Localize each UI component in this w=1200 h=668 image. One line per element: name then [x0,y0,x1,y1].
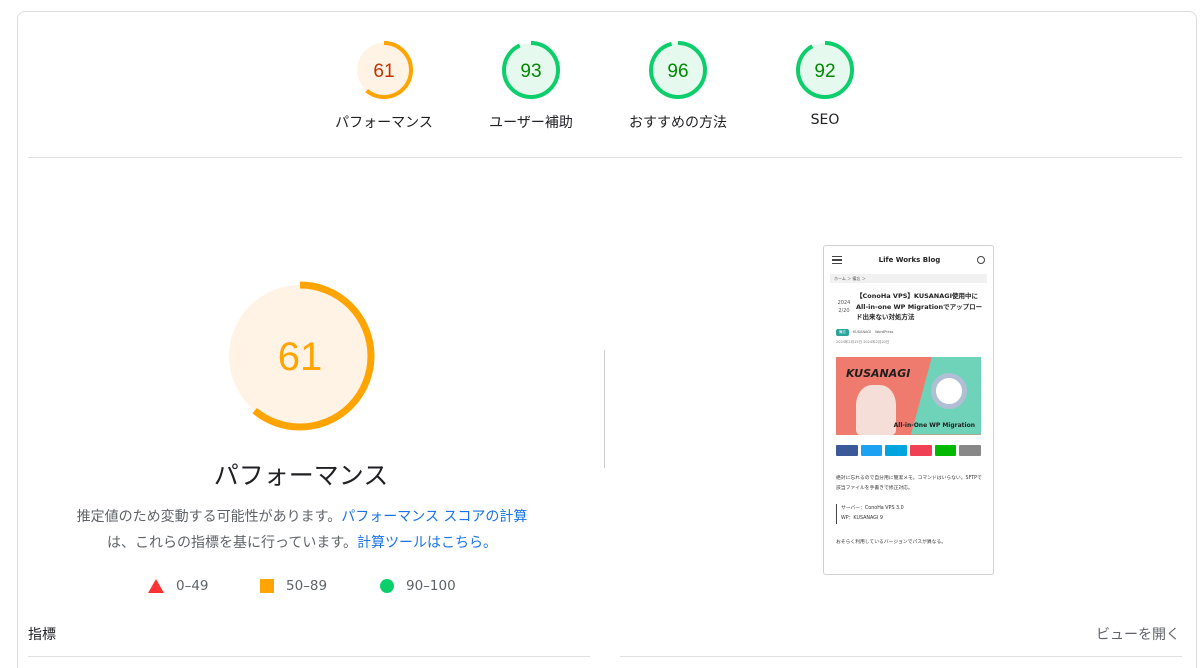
facebook-icon [836,444,858,456]
thumb-breadcrumb: ホーム ＞ 備忘 ＞ [830,274,987,283]
gauge-seo[interactable]: 92 SEO [755,38,895,128]
legend-pass: 90–100 [380,578,456,594]
gauge-label: SEO [810,112,840,128]
green-circle-icon [380,579,394,593]
divider [28,656,590,657]
thumb-header: Life Works Blog [824,246,993,274]
svg-text:96: 96 [667,61,688,82]
red-triangle-icon [148,579,164,593]
thumb-tag: KUSANAGI [853,330,872,334]
gauge-ring: 92 [796,41,854,99]
legend-range: 0–49 [176,578,209,594]
thumb-post-header: 2024 2/20 【ConoHa VPS】KUSANAGI使用中にAll-in… [824,283,993,323]
hero-character-illustration [856,384,896,435]
view-toggle-button[interactable]: ビューを開く [1096,624,1180,644]
line-icon [934,444,957,456]
gauge-label: おすすめの方法 [629,115,727,131]
score-calc-link[interactable]: パフォーマンス スコアの計算 [341,509,527,525]
gauge-ring: 93 [502,41,560,99]
twitter-icon [860,444,883,456]
legend-range: 90–100 [406,578,456,594]
divider [620,656,1182,657]
gauge-accessibility[interactable]: 93 ユーザー補助 [461,38,601,132]
gauge-label: ユーザー補助 [489,115,573,131]
search-icon [976,256,985,264]
metrics-heading: 指標 [28,627,56,643]
svg-text:92: 92 [814,61,835,82]
desc-middle: は、これらの指標を基に行っています。 [107,535,357,551]
page-screenshot-thumbnail[interactable]: Life Works Blog ホーム ＞ 備忘 ＞ 2024 2/20 【Co… [823,245,994,575]
refresh-icon [931,372,967,409]
legend-fail: 0–49 [148,578,209,594]
thumb-tags: 備忘 KUSANAGI WordPress [824,323,993,336]
orange-square-icon [260,579,274,593]
thumb-post-meta: 2024年2月15日 2024年2月20日 [836,339,890,344]
performance-score-gauge: 61 [225,281,375,431]
gauge-ring: 96 [649,41,707,99]
pocket-icon [910,444,932,456]
menu-icon [832,256,842,264]
legend-range: 50–89 [286,578,328,594]
copy-icon [959,444,982,456]
thumb-category-tag: 備忘 [836,328,849,336]
thumb-info-box: サーバー：ConoHa VPS 3.0 WP：KUSANAGI 9 [836,503,983,524]
thumb-date-year: 2024 [837,300,851,306]
category-gauges: 61 パフォーマンス 93 ユーザー補助 96 おすすめの方法 92 SEO [0,0,1200,140]
thumb-footer-text: おそらく利用しているバージョンでパスが異なる。 [836,539,947,545]
svg-text:61: 61 [373,61,394,82]
performance-score-value: 61 [278,335,323,379]
thumb-site-title: Life Works Blog [878,256,941,264]
thumb-hero-image: KUSANAGI All-in-One WP Migration [836,356,981,435]
hero-kusanagi-text: KUSANAGI [846,366,911,380]
thumb-share-buttons [824,435,993,456]
hatena-icon [885,444,908,456]
gauge-label: パフォーマンス [335,115,433,131]
gauge-performance[interactable]: 61 パフォーマンス [314,38,454,132]
thumb-box-line: WP：KUSANAGI 9 [841,515,883,521]
thumb-tag: WordPress [875,330,894,334]
performance-description: 推定値のため変動する可能性があります。パフォーマンス スコアの計算 は、これらの… [52,504,552,556]
vertical-divider [604,350,605,468]
divider [28,157,1182,158]
performance-title: パフォーマンス [213,461,389,490]
thumb-box-line: サーバー：ConoHa VPS 3.0 [841,505,904,511]
legend-average: 50–89 [260,578,327,594]
hero-aio-text: All-in-One WP Migration [893,421,975,429]
thumb-post-title: 【ConoHa VPS】KUSANAGI使用中にAll-in-one WP Mi… [856,292,983,321]
gauge-best-practices[interactable]: 96 おすすめの方法 [608,38,748,132]
svg-text:93: 93 [520,61,541,82]
gauge-ring: 61 [355,41,413,99]
desc-prefix: 推定値のため変動する可能性があります。 [76,509,342,525]
thumb-body-text: 絶対に忘れるので自分用に簡潔メモ。コマンドはいらない。SFTPで該当ファイルを手… [836,475,982,491]
calculator-link[interactable]: 計算ツールはこちら。 [357,535,497,551]
thumb-date-day: 2/20 [838,308,850,314]
thumb-date: 2024 2/20 [832,291,856,323]
